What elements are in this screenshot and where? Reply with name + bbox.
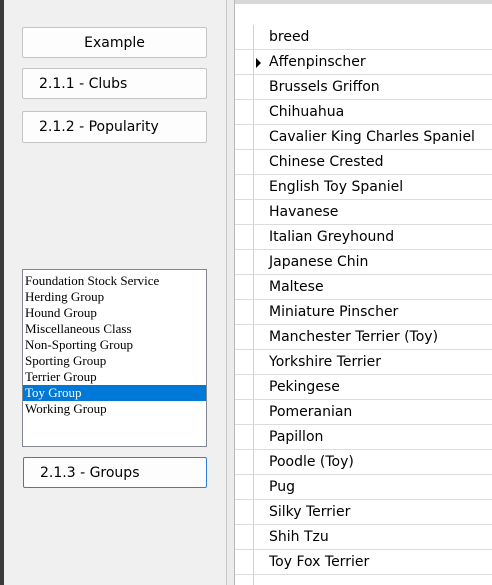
current-row-indicator-icon <box>256 58 261 68</box>
grid-cell: Manchester Terrier (Toy) <box>269 329 439 345</box>
grid-cell: Maltese <box>269 279 324 295</box>
grid-row[interactable]: Havanese <box>235 200 492 225</box>
grid-cell: Chihuahua <box>269 104 345 120</box>
grid-row[interactable]: Silky Terrier <box>235 500 492 525</box>
grid-row[interactable]: Brussels Griffon <box>235 75 492 100</box>
grid-row[interactable]: Chihuahua <box>235 100 492 125</box>
grid-header-cell: breed <box>269 29 310 45</box>
grid-cell: English Toy Spaniel <box>269 179 404 195</box>
grid-cell: Miniature Pinscher <box>269 304 399 320</box>
grid-cell: Pomeranian <box>269 404 353 420</box>
group-list-item[interactable]: Non-Sporting Group <box>23 337 206 353</box>
grid-row[interactable]: Toy Fox Terrier <box>235 550 492 575</box>
grid-row[interactable]: Shih Tzu <box>235 525 492 550</box>
grid-row[interactable]: Pomeranian <box>235 400 492 425</box>
popularity-button[interactable]: 2.1.2 - Popularity <box>22 111 207 143</box>
grid-header-row[interactable]: breed <box>235 25 492 50</box>
breed-grid[interactable]: breed Affenpinscher Brussels Griffon Chihua… <box>235 25 492 585</box>
grid-row[interactable]: Chinese Crested <box>235 150 492 175</box>
group-listbox[interactable]: Foundation Stock Service Herding Group Hou… <box>22 269 207 447</box>
example-button[interactable]: Example <box>22 27 207 58</box>
grid-row[interactable]: Papillon <box>235 425 492 450</box>
grid-cell: Japanese Chin <box>269 254 369 270</box>
grid-row[interactable]: Japanese Chin <box>235 250 492 275</box>
grid-cell: Papillon <box>269 429 324 445</box>
splitter[interactable] <box>227 0 235 585</box>
grid-cell: Pug <box>269 479 295 495</box>
grid-row[interactable]: English Toy Spaniel <box>235 175 492 200</box>
grid-cell: Italian Greyhound <box>269 229 395 245</box>
grid-row[interactable]: Italian Greyhound <box>235 225 492 250</box>
clubs-button[interactable]: 2.1.1 - Clubs <box>22 68 207 99</box>
grid-row[interactable]: Pekingese <box>235 375 492 400</box>
grid-cell: Pekingese <box>269 379 340 395</box>
grid-row[interactable]: Affenpinscher <box>235 50 492 75</box>
grid-cell: Havanese <box>269 204 339 220</box>
group-list-item[interactable]: Sporting Group <box>23 353 206 369</box>
grid-row[interactable]: Yorkshire Terrier <box>235 350 492 375</box>
grid-cell: Brussels Griffon <box>269 79 380 95</box>
group-list-item[interactable]: Miscellaneous Class <box>23 321 206 337</box>
grid-cell: Yorkshire Terrier <box>269 354 381 370</box>
grid-cell: Shih Tzu <box>269 529 329 545</box>
grid-cell: Cavalier King Charles Spaniel <box>269 129 475 145</box>
grid-row[interactable]: Maltese <box>235 275 492 300</box>
grid-row[interactable]: Poodle (Toy) <box>235 450 492 475</box>
grid-cell: Toy Fox Terrier <box>269 554 370 570</box>
group-list-item[interactable]: Working Group <box>23 401 206 417</box>
grid-cell: Affenpinscher <box>269 54 366 70</box>
groups-button[interactable]: 2.1.3 - Groups <box>23 457 207 488</box>
group-list-item[interactable]: Foundation Stock Service <box>23 273 206 289</box>
grid-row[interactable]: Pug <box>235 475 492 500</box>
grid-row[interactable]: Miniature Pinscher <box>235 300 492 325</box>
grid-cell: Silky Terrier <box>269 504 351 520</box>
group-list-item[interactable]: Terrier Group <box>23 369 206 385</box>
grid-row[interactable]: Cavalier King Charles Spaniel <box>235 125 492 150</box>
grid-cell: Poodle (Toy) <box>269 454 354 470</box>
grid-cell: Chinese Crested <box>269 154 384 170</box>
group-list-item[interactable]: Hound Group <box>23 305 206 321</box>
group-list-item[interactable]: Herding Group <box>23 289 206 305</box>
group-list-item[interactable]: Toy Group <box>23 385 206 401</box>
grid-row[interactable]: Manchester Terrier (Toy) <box>235 325 492 350</box>
